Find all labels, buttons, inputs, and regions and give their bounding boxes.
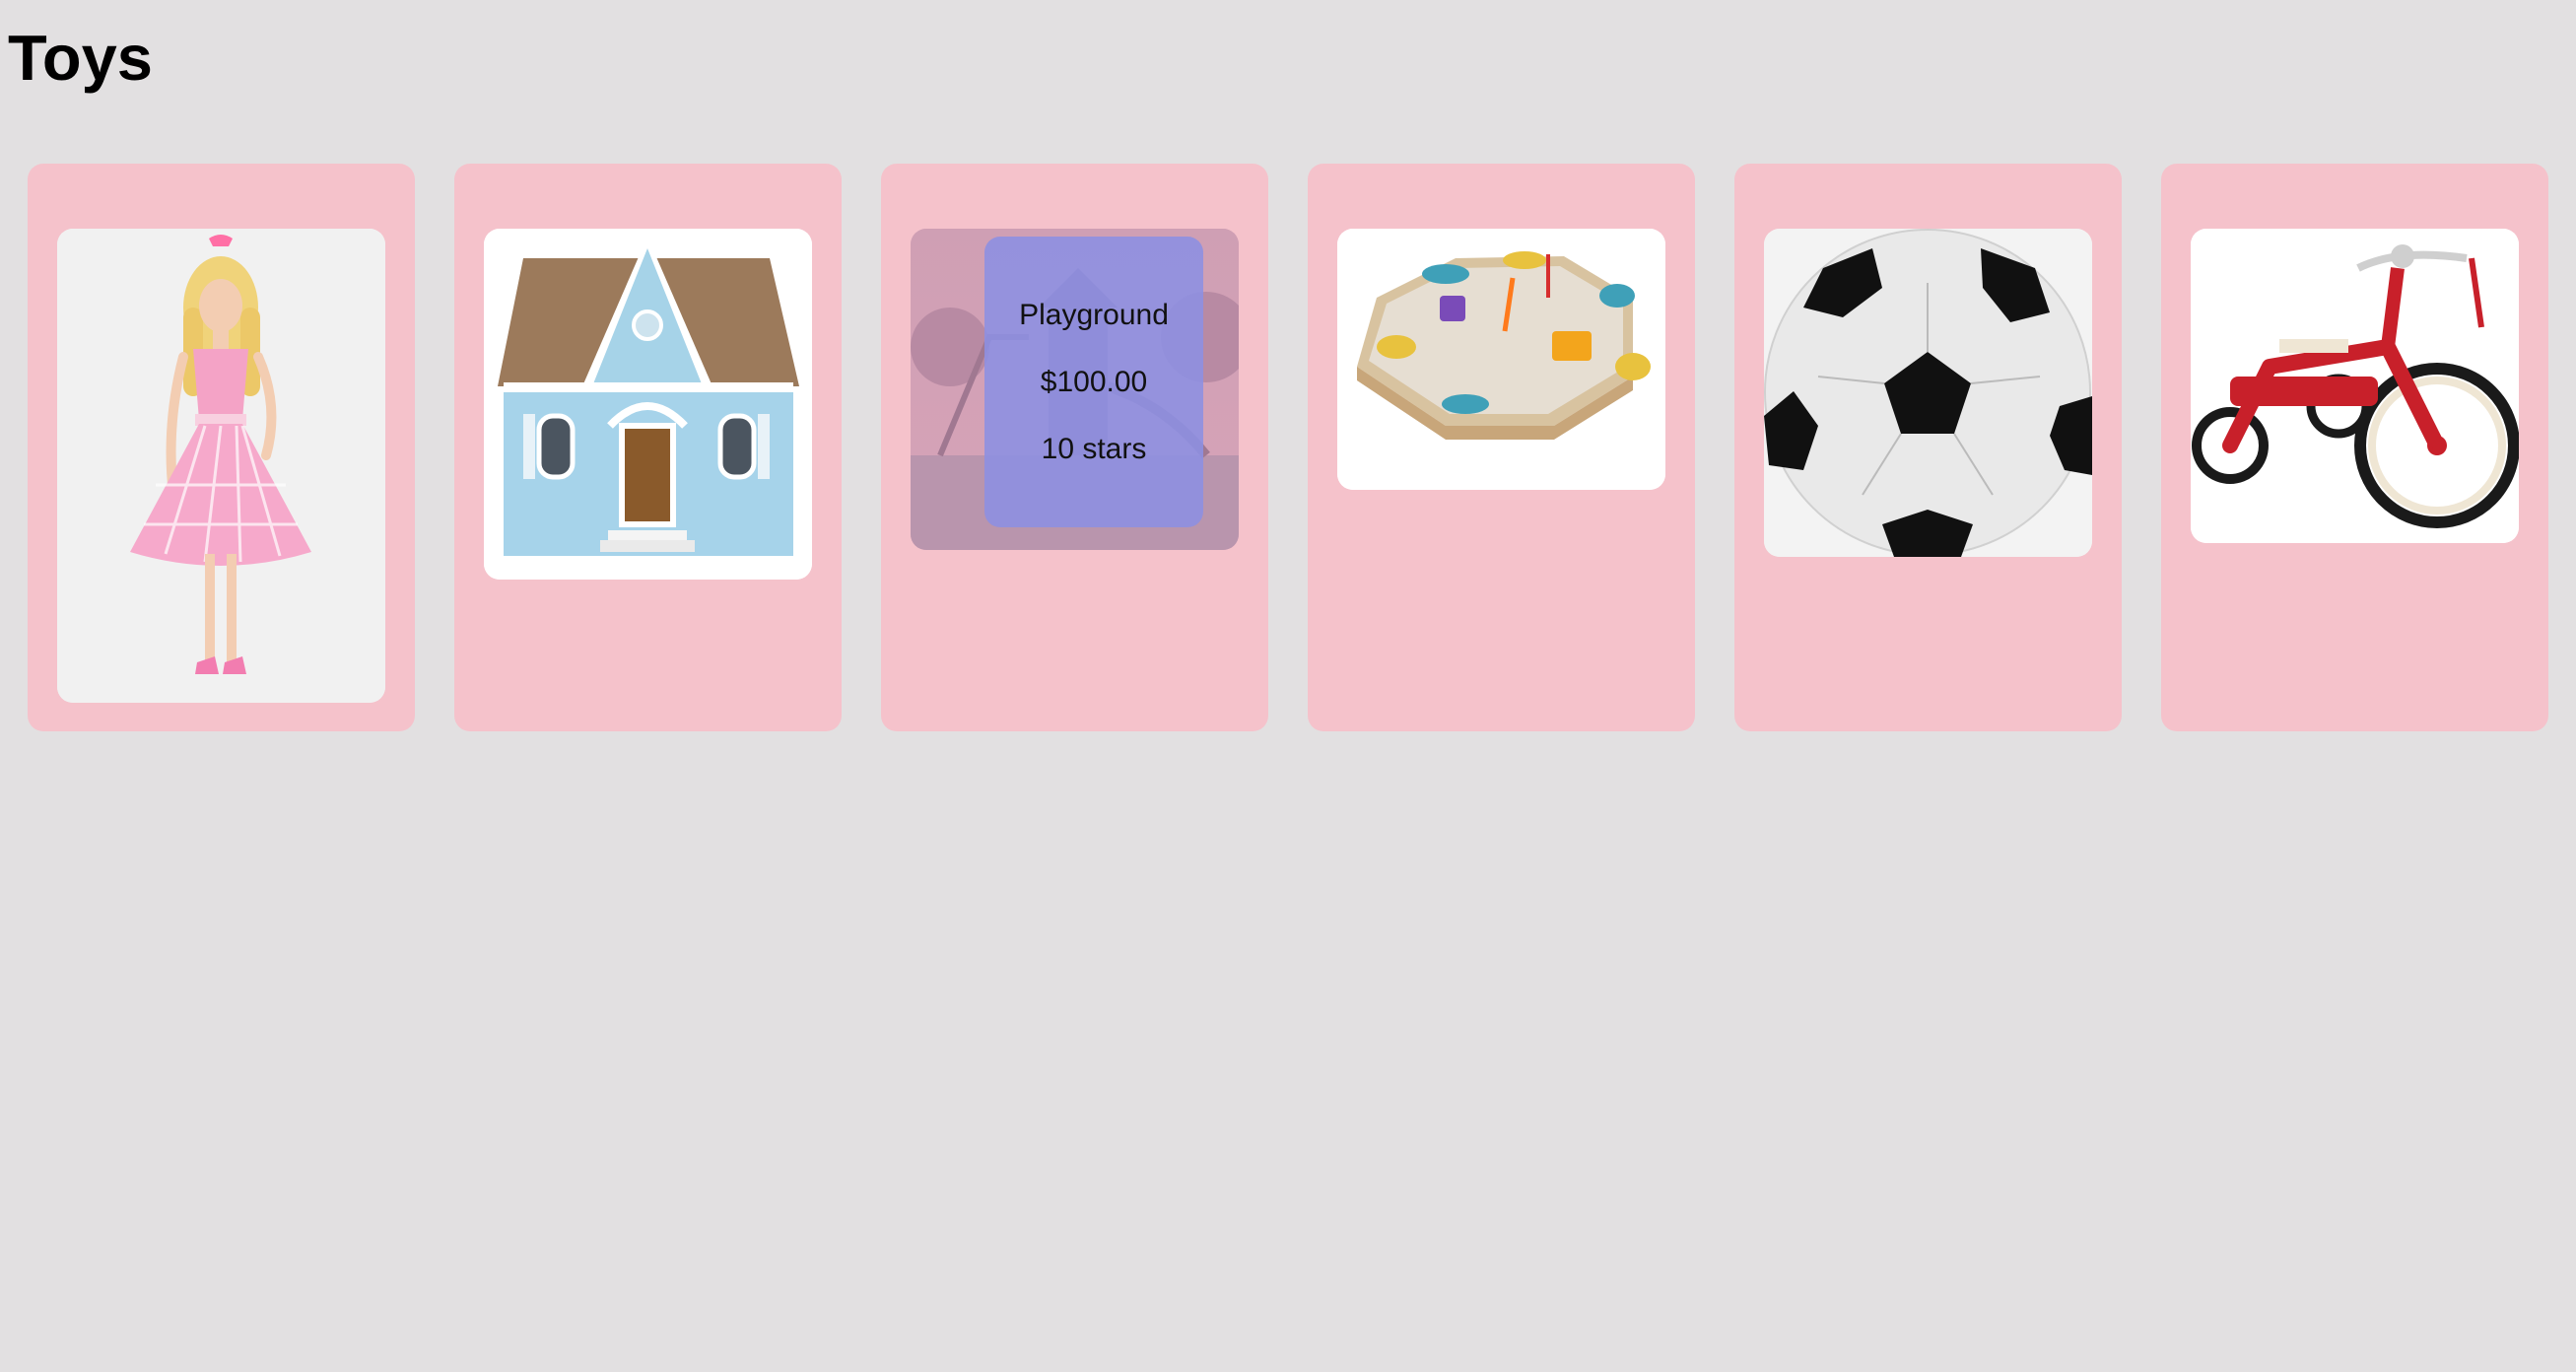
product-image-tricycle[interactable]: [2191, 229, 2519, 543]
product-card-soccer-ball[interactable]: [1734, 164, 2122, 731]
product-card-tricycle[interactable]: [2161, 164, 2548, 731]
sandbox-illustration: [1337, 229, 1665, 490]
page-title: Toys: [8, 22, 153, 94]
product-image-sandbox[interactable]: [1337, 229, 1665, 490]
product-rating: 10 stars: [1041, 432, 1147, 465]
product-grid: Playground $100.00 10 stars: [28, 164, 2548, 731]
product-card-dollhouse[interactable]: [454, 164, 842, 731]
product-price: $100.00: [1040, 365, 1148, 398]
product-image-dollhouse[interactable]: [484, 229, 812, 580]
product-image-playground[interactable]: Playground $100.00 10 stars: [911, 229, 1239, 550]
tricycle-illustration: [2191, 229, 2519, 543]
dollhouse-illustration: [484, 229, 812, 580]
product-image-doll[interactable]: [57, 229, 385, 703]
soccer-ball-illustration: [1764, 229, 2092, 557]
product-image-soccer-ball[interactable]: [1764, 229, 2092, 557]
product-card-sandbox[interactable]: [1308, 164, 1695, 731]
product-details-overlay[interactable]: Playground $100.00 10 stars: [984, 237, 1203, 527]
product-card-playground[interactable]: Playground $100.00 10 stars: [881, 164, 1268, 731]
product-card-doll[interactable]: [28, 164, 415, 731]
doll-illustration: [57, 229, 385, 703]
product-name: Playground: [1019, 298, 1169, 331]
